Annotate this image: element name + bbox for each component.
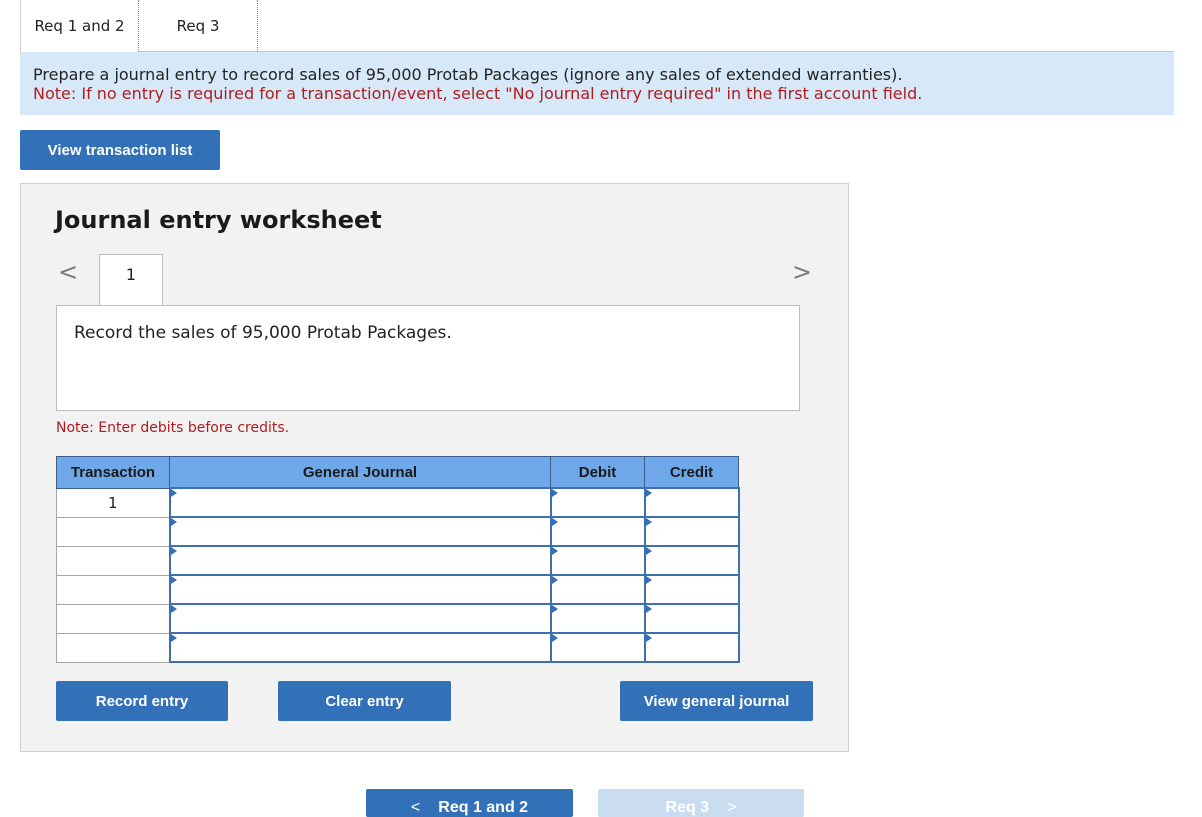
tab-req-3[interactable]: Req 3 xyxy=(139,0,258,52)
clear-entry-button[interactable]: Clear entry xyxy=(278,681,451,721)
next-req-button[interactable]: Req 3 > xyxy=(598,789,804,817)
debit-input[interactable] xyxy=(549,487,646,518)
account-select[interactable] xyxy=(168,545,552,576)
credit-input[interactable] xyxy=(643,574,740,605)
table-row xyxy=(56,632,740,663)
entry-description: Record the sales of 95,000 Protab Packag… xyxy=(56,305,800,411)
transaction-cell xyxy=(56,574,170,605)
header-transaction: Transaction xyxy=(56,456,170,489)
account-select[interactable] xyxy=(168,574,552,605)
account-select[interactable] xyxy=(168,487,552,518)
journal-table-header: Transaction General Journal Debit Credit xyxy=(56,456,739,489)
account-select[interactable] xyxy=(168,603,552,634)
instruction-text: Prepare a journal entry to record sales … xyxy=(33,65,903,84)
transaction-cell xyxy=(56,632,170,663)
credit-input[interactable] xyxy=(643,545,740,576)
header-debit: Debit xyxy=(550,456,645,489)
chevron-left-icon: < xyxy=(410,799,421,816)
record-entry-button[interactable]: Record entry xyxy=(56,681,228,721)
transaction-cell xyxy=(56,545,170,576)
table-row: 1 xyxy=(56,487,740,518)
next-req-label: Req 3 xyxy=(665,799,710,816)
debit-input[interactable] xyxy=(549,545,646,576)
credit-input[interactable] xyxy=(643,603,740,634)
table-row xyxy=(56,545,740,576)
instruction-banner: Prepare a journal entry to record sales … xyxy=(20,52,1174,115)
debit-input[interactable] xyxy=(549,632,646,663)
chevron-left-icon[interactable]: < xyxy=(58,260,78,284)
transaction-cell: 1 xyxy=(56,487,170,518)
account-select[interactable] xyxy=(168,632,552,663)
journal-table: Transaction General Journal Debit Credit… xyxy=(56,456,740,663)
chevron-right-icon[interactable]: > xyxy=(792,260,812,284)
tab-label: Req 1 and 2 xyxy=(34,17,125,35)
transaction-cell xyxy=(56,516,170,547)
debit-input[interactable] xyxy=(549,516,646,547)
header-general-journal: General Journal xyxy=(169,456,551,489)
account-select[interactable] xyxy=(168,516,552,547)
chevron-right-icon: > xyxy=(727,799,737,816)
header-credit: Credit xyxy=(644,456,739,489)
view-general-journal-button[interactable]: View general journal xyxy=(620,681,813,721)
credit-input[interactable] xyxy=(643,516,740,547)
worksheet-title: Journal entry worksheet xyxy=(55,206,382,234)
table-row xyxy=(56,574,740,605)
transaction-cell xyxy=(56,603,170,634)
prev-req-button[interactable]: < Req 1 and 2 xyxy=(366,789,573,817)
prev-req-label: Req 1 and 2 xyxy=(438,799,529,816)
table-row xyxy=(56,516,740,547)
credit-input[interactable] xyxy=(643,487,740,518)
debits-credits-note: Note: Enter debits before credits. xyxy=(56,420,290,436)
table-row xyxy=(56,603,740,634)
instruction-note: Note: If no entry is required for a tran… xyxy=(33,84,923,103)
entry-number: 1 xyxy=(125,265,137,284)
entry-description-text: Record the sales of 95,000 Protab Packag… xyxy=(74,323,452,343)
debit-input[interactable] xyxy=(549,574,646,605)
debit-input[interactable] xyxy=(549,603,646,634)
credit-input[interactable] xyxy=(643,632,740,663)
view-transaction-list-button[interactable]: View transaction list xyxy=(20,130,220,170)
tab-req-1-and-2[interactable]: Req 1 and 2 xyxy=(20,0,139,52)
tab-label: Req 3 xyxy=(176,17,220,35)
entry-tab-1[interactable]: 1 xyxy=(99,254,163,306)
